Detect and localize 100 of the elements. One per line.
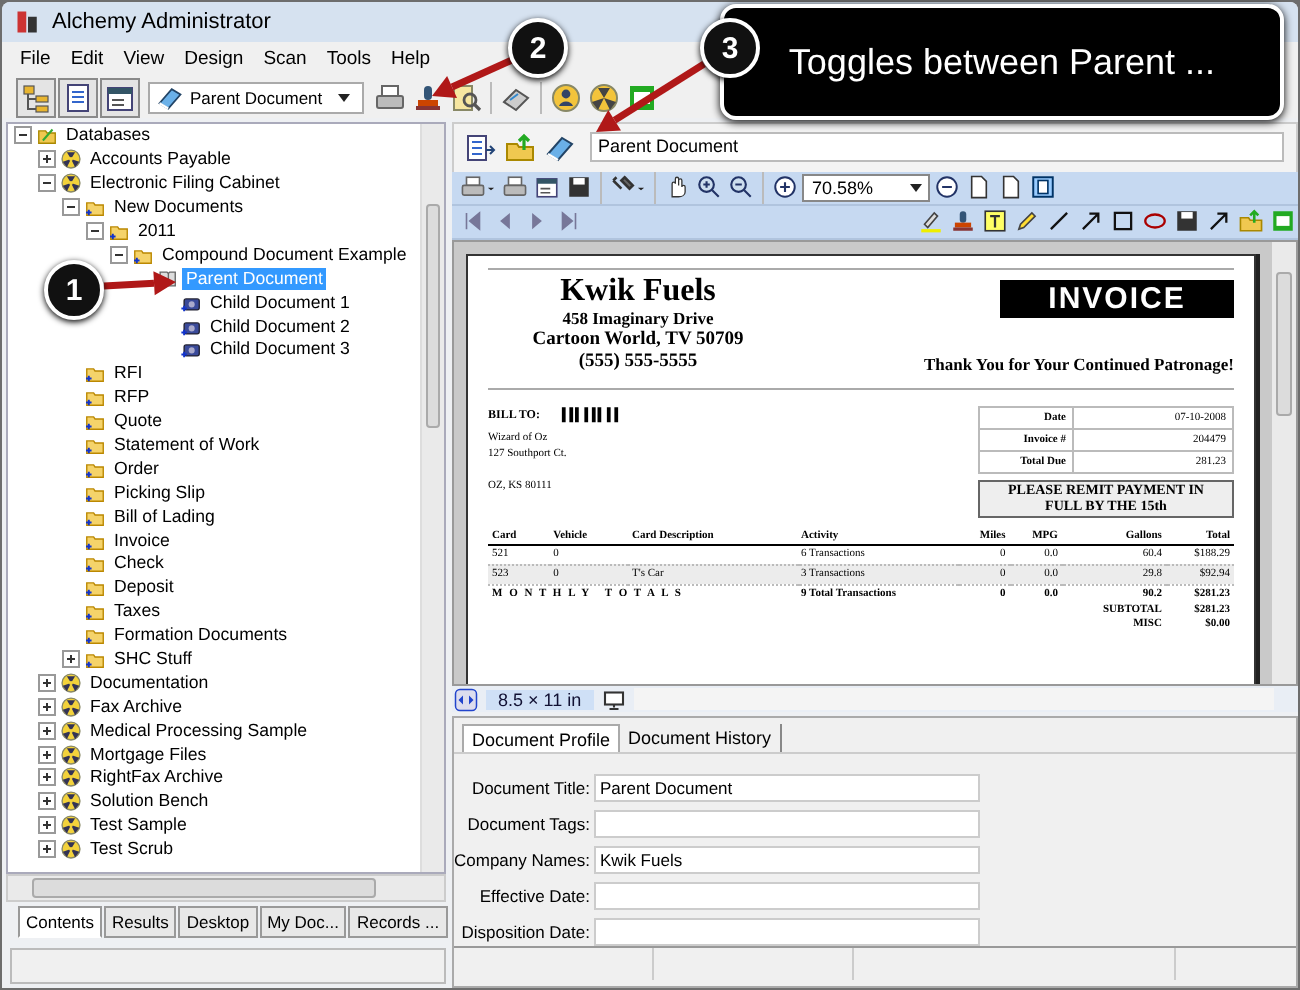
minus-circle-icon[interactable] xyxy=(934,174,960,201)
expand-toggle[interactable] xyxy=(38,792,56,811)
expand-toggle[interactable] xyxy=(38,840,56,859)
input-field[interactable] xyxy=(594,810,980,838)
tree-item[interactable]: Child Document 3 xyxy=(206,338,354,361)
tree-item[interactable]: Statement of Work xyxy=(110,434,264,457)
tree-item[interactable]: 2011 xyxy=(134,220,180,242)
input-field[interactable] xyxy=(594,882,980,910)
magnifier-document-icon[interactable] xyxy=(450,81,482,113)
menu-item[interactable]: Help xyxy=(381,48,441,70)
tree-item[interactable]: Order xyxy=(110,457,163,480)
panel-tab[interactable]: Desktop xyxy=(178,906,258,938)
menu-item[interactable]: File xyxy=(10,48,61,70)
collapse-toggle[interactable] xyxy=(14,126,32,145)
page-icon[interactable] xyxy=(966,174,992,201)
printer-icon[interactable] xyxy=(460,174,486,201)
expand-toggle[interactable] xyxy=(38,721,56,740)
menu-item[interactable]: Tools xyxy=(316,48,382,70)
horizontal-scrollbar[interactable] xyxy=(633,688,1274,711)
menu-item[interactable]: Edit xyxy=(60,48,114,70)
film-icon[interactable] xyxy=(1270,208,1296,235)
radiation-icon[interactable] xyxy=(588,81,620,113)
tree-item[interactable]: RFP xyxy=(110,386,154,409)
tree-item[interactable]: Solution Bench xyxy=(86,790,213,813)
save-icon[interactable] xyxy=(566,174,592,201)
tree-item[interactable]: Mortgage Files xyxy=(86,743,211,766)
tree-item[interactable]: Child Document 2 xyxy=(206,315,354,338)
plus-circle-icon[interactable] xyxy=(772,174,798,201)
expand-toggle[interactable] xyxy=(38,745,56,764)
zoom-in-icon[interactable] xyxy=(696,174,722,201)
panel-tab[interactable]: Contents xyxy=(18,906,103,938)
tree-item[interactable]: New Documents xyxy=(110,196,248,219)
profile-tab[interactable]: Document History xyxy=(620,724,782,752)
fit-page-icon[interactable] xyxy=(1030,174,1056,201)
tree-item[interactable]: SHC Stuff xyxy=(110,648,196,671)
tree-item[interactable]: Bill of Lading xyxy=(110,505,219,528)
page-icon[interactable] xyxy=(998,174,1024,201)
text-icon[interactable] xyxy=(982,208,1008,235)
tree-item[interactable]: Invoice xyxy=(110,529,174,552)
list-arrow-icon[interactable] xyxy=(464,131,496,164)
collapse-toggle[interactable] xyxy=(62,198,80,217)
expand-toggle[interactable] xyxy=(38,697,56,716)
input-field[interactable]: Kwik Fuels xyxy=(594,846,980,874)
input-field[interactable]: Parent Document xyxy=(594,774,980,802)
panel-tab[interactable]: Results xyxy=(104,906,177,938)
expand-toggle[interactable] xyxy=(38,768,56,787)
tree-item[interactable]: Test Scrub xyxy=(86,838,178,861)
arrow-icon[interactable] xyxy=(1078,208,1104,235)
tree-item[interactable]: Quote xyxy=(110,410,166,433)
tree-item[interactable]: Taxes xyxy=(110,600,164,623)
tree-item[interactable]: Deposit xyxy=(110,576,178,599)
square-icon[interactable] xyxy=(1110,208,1136,235)
first-page-icon[interactable] xyxy=(460,208,486,235)
stamp-icon[interactable] xyxy=(412,81,444,113)
tree-item[interactable]: Formation Documents xyxy=(110,624,292,647)
tree-item[interactable]: Documentation xyxy=(86,671,213,694)
expand-toggle[interactable] xyxy=(38,816,56,835)
tree-view-icon[interactable] xyxy=(20,81,52,113)
properties-icon[interactable] xyxy=(104,81,136,113)
menu-item[interactable]: Scan xyxy=(253,48,317,70)
panel-tab[interactable]: Records ... xyxy=(348,906,448,938)
tree-item[interactable]: Medical Processing Sample xyxy=(86,719,312,742)
vertical-scrollbar[interactable] xyxy=(420,124,444,872)
expand-toggle[interactable] xyxy=(62,650,80,669)
dropdown-caret-icon[interactable] xyxy=(908,179,924,196)
tree-item[interactable]: Test Sample xyxy=(86,814,191,837)
tree-item[interactable]: RightFax Archive xyxy=(86,766,227,789)
collapse-toggle[interactable] xyxy=(110,245,128,264)
zoom-dropdown[interactable]: 70.58% xyxy=(802,173,930,202)
tree-item[interactable]: Child Document 1 xyxy=(206,291,354,314)
collapse-toggle[interactable] xyxy=(86,222,104,240)
user-icon[interactable] xyxy=(550,81,582,113)
document-dropdown[interactable]: Parent Document xyxy=(148,81,364,113)
tree-item[interactable]: Electronic Filing Cabinet xyxy=(86,172,284,195)
save-icon[interactable] xyxy=(1174,208,1200,235)
stamp-icon[interactable] xyxy=(950,208,976,235)
panel-tab[interactable]: My Doc... xyxy=(259,906,347,938)
dropdown-caret-icon[interactable] xyxy=(336,89,352,105)
monitor-icon[interactable] xyxy=(601,687,626,712)
horizontal-scrollbar[interactable] xyxy=(6,874,446,902)
highlighter-icon[interactable] xyxy=(918,208,944,235)
tree-item[interactable]: Picking Slip xyxy=(110,481,209,504)
book-icon[interactable] xyxy=(544,131,576,164)
tree-item[interactable]: Check xyxy=(110,552,168,575)
line-icon[interactable] xyxy=(1046,208,1072,235)
arrow-icon[interactable] xyxy=(1206,208,1232,235)
expand-arrows-icon[interactable] xyxy=(454,687,478,712)
menu-item[interactable]: Design xyxy=(174,48,254,70)
properties-icon[interactable] xyxy=(534,174,560,201)
tree-item[interactable]: Fax Archive xyxy=(86,695,186,718)
zoom-out-icon[interactable] xyxy=(728,174,754,201)
tree-item[interactable]: Compound Document Example xyxy=(158,243,411,266)
vertical-scrollbar[interactable] xyxy=(1272,241,1296,685)
collapse-toggle[interactable] xyxy=(38,174,56,193)
menu-item[interactable]: View xyxy=(113,48,175,70)
expand-toggle[interactable] xyxy=(38,673,56,692)
tree-item[interactable]: RFI xyxy=(110,362,147,385)
tree-item[interactable]: Accounts Payable xyxy=(86,148,235,171)
printer-icon[interactable] xyxy=(502,174,528,201)
input-field[interactable] xyxy=(594,918,980,946)
